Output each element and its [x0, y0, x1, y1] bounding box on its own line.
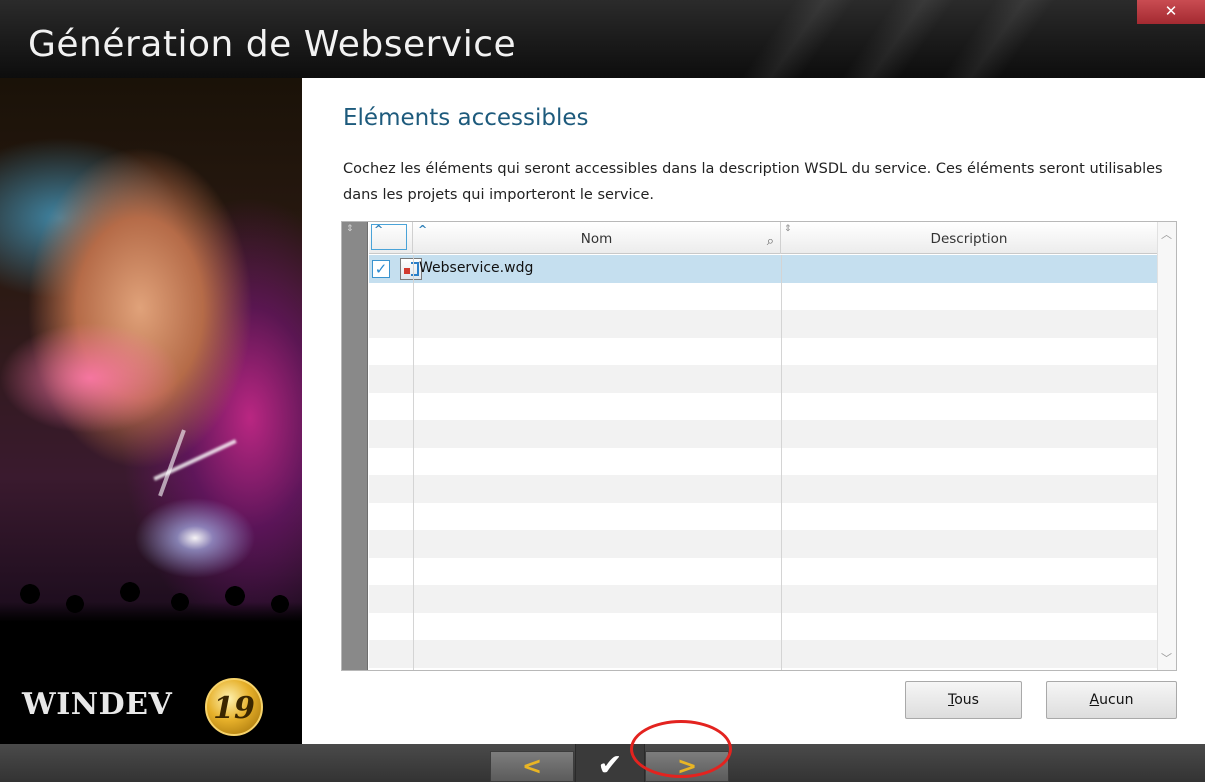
- window-title: Génération de Webservice: [28, 24, 517, 65]
- table-row[interactable]: [369, 448, 1157, 476]
- row-checkbox[interactable]: ✓: [372, 260, 390, 278]
- wizard-nav-bar: < ✔ >: [0, 744, 1205, 782]
- column-header-nom[interactable]: ^ Nom ⌕: [413, 222, 781, 254]
- previous-button[interactable]: <: [490, 751, 574, 782]
- sort-icon: ⇕: [346, 224, 354, 234]
- mnemonic-letter: A: [1089, 692, 1100, 708]
- table-row[interactable]: [369, 613, 1157, 641]
- column-label: Description: [930, 231, 1008, 247]
- table-row[interactable]: [369, 365, 1157, 393]
- scroll-up-icon[interactable]: ︿: [1161, 226, 1172, 242]
- checkmark-icon: ✔: [597, 748, 623, 782]
- button-label: ous: [954, 692, 979, 708]
- close-icon: ✕: [1164, 2, 1178, 20]
- page-heading: Eléments accessibles: [343, 105, 589, 131]
- table-row[interactable]: [369, 640, 1157, 668]
- elements-table[interactable]: ⇕ ^ ^ Nom ⌕ ⇕ Description ✓ Webservice.w…: [341, 221, 1177, 671]
- table-row[interactable]: [369, 558, 1157, 586]
- sort-up-icon: ^: [374, 223, 384, 236]
- select-all-button[interactable]: Tous: [905, 681, 1022, 719]
- table-row[interactable]: ✓ Webservice.wdg: [369, 255, 1157, 283]
- table-row[interactable]: [369, 393, 1157, 421]
- annotation-circle: [630, 720, 732, 778]
- table-row[interactable]: [369, 310, 1157, 338]
- button-label: ucun: [1099, 692, 1134, 708]
- column-divider: [781, 255, 782, 670]
- column-label: Nom: [580, 231, 613, 247]
- search-icon[interactable]: ⌕: [767, 234, 774, 249]
- table-row[interactable]: [369, 585, 1157, 613]
- instructions-text: Cochez les éléments qui seront accessibl…: [343, 161, 1163, 203]
- vertical-scrollbar[interactable]: ︿ ﹀: [1157, 222, 1176, 670]
- table-row[interactable]: [369, 503, 1157, 531]
- version-badge: 19: [205, 678, 263, 736]
- chevron-left-icon: <: [521, 752, 543, 780]
- windev-logo: WINDEV: [22, 687, 173, 722]
- scroll-down-icon[interactable]: ﹀: [1161, 650, 1172, 666]
- row-name: Webservice.wdg: [419, 260, 534, 276]
- table-row[interactable]: [369, 530, 1157, 558]
- table-body: ✓ Webservice.wdg: [369, 255, 1157, 670]
- column-header-check[interactable]: ^: [369, 222, 413, 254]
- select-none-button[interactable]: Aucun: [1046, 681, 1177, 719]
- table-row[interactable]: [369, 338, 1157, 366]
- row-selector-column[interactable]: ⇕: [342, 222, 368, 670]
- sidebar-artwork: WINDEV 19: [0, 78, 302, 744]
- table-row[interactable]: [369, 475, 1157, 503]
- title-bar: Génération de Webservice ✕: [0, 0, 1205, 78]
- column-divider: [413, 255, 414, 670]
- table-header: ^ ^ Nom ⌕ ⇕ Description: [369, 222, 1157, 254]
- table-row[interactable]: [369, 283, 1157, 311]
- column-header-description[interactable]: ⇕ Description: [781, 222, 1157, 254]
- close-button[interactable]: ✕: [1137, 0, 1205, 24]
- table-row[interactable]: [369, 420, 1157, 448]
- crowd-silhouette: [0, 574, 302, 654]
